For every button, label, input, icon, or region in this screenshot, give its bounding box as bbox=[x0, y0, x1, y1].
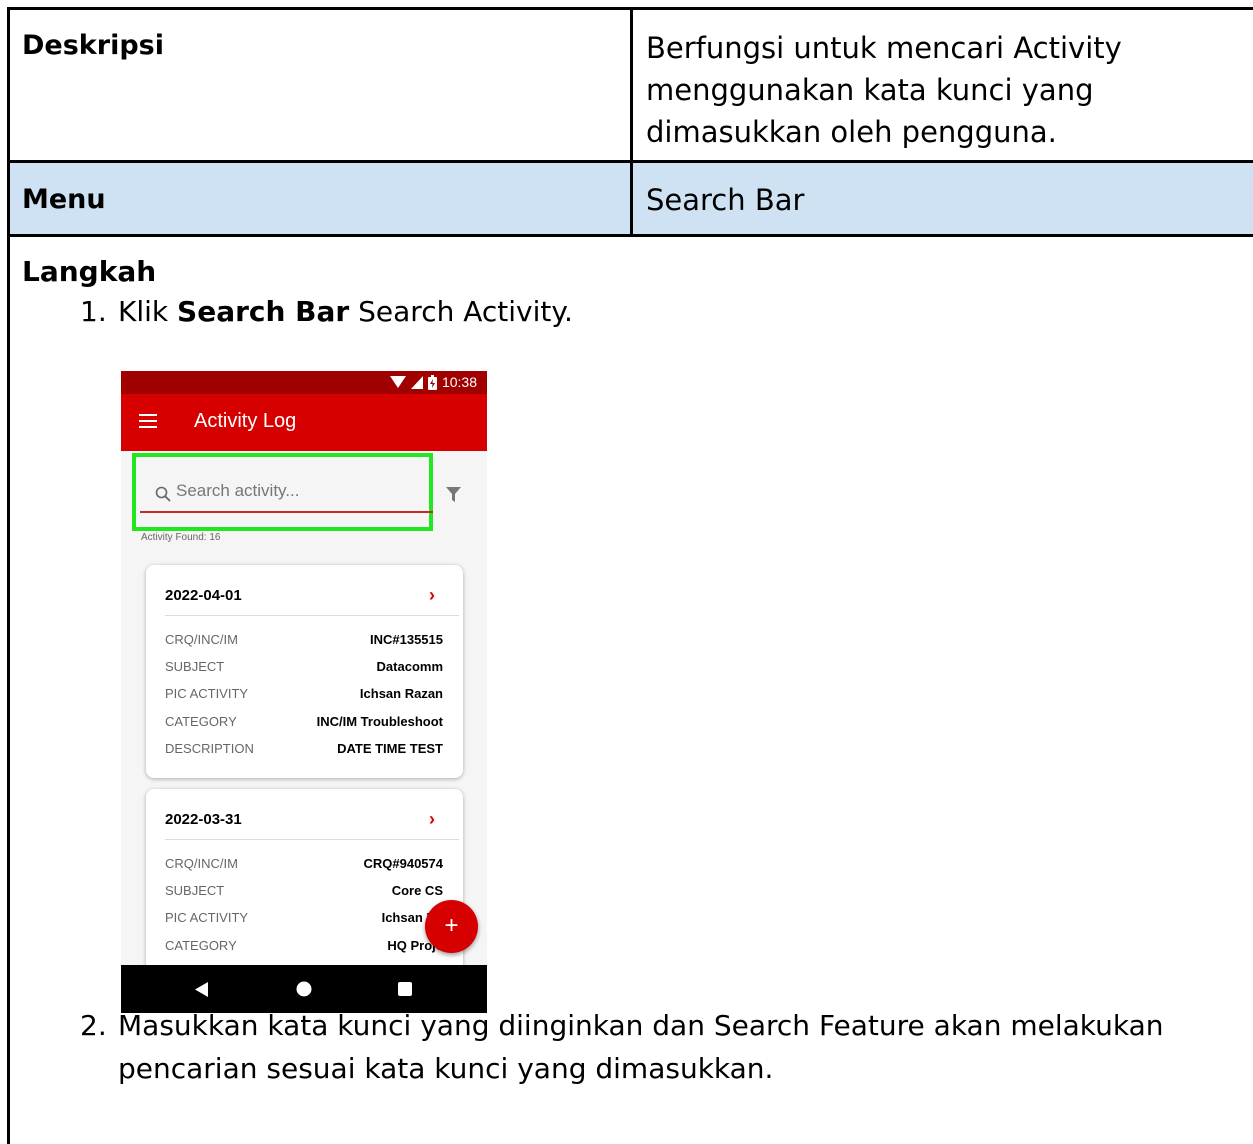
chevron-right-icon[interactable]: › bbox=[429, 809, 435, 830]
card-row: DESCRIPTION DATE TIME TEST bbox=[165, 741, 443, 761]
description-value: Berfungsi untuk mencari Activity menggun… bbox=[646, 31, 1122, 149]
card-row-key: CATEGORY bbox=[165, 714, 237, 729]
card-row: CATEGORY INC/IM Troubleshoot bbox=[165, 714, 443, 734]
document-page: Deskripsi Berfungsi untuk mencari Activi… bbox=[0, 0, 1253, 1144]
steps-heading: Langkah bbox=[22, 255, 157, 288]
card-row-value: Ichsan Razan bbox=[359, 686, 443, 701]
app-bar: Activity Log bbox=[121, 394, 487, 451]
search-placeholder: Search activity... bbox=[176, 481, 300, 500]
card-row: PIC ACTIVITY Ichsan Ra bbox=[165, 910, 443, 930]
filter-icon[interactable] bbox=[446, 487, 461, 502]
card-row: CATEGORY HQ Proje bbox=[165, 938, 443, 958]
card-date: 2022-04-01 bbox=[165, 587, 242, 604]
activity-card[interactable]: 2022-04-01 › CRQ/INC/IM INC#135515 SUBJEC… bbox=[146, 565, 463, 778]
step-1: 1. Klik Search Bar Search Activity. bbox=[22, 290, 1232, 333]
menu-label: Menu bbox=[22, 184, 106, 215]
step-1-text-bold: Search Bar bbox=[177, 295, 350, 328]
card-row-key: PIC ACTIVITY bbox=[165, 686, 249, 701]
activity-found-count: Activity Found: 16 bbox=[141, 532, 221, 543]
card-row-value: Core CS bbox=[391, 883, 443, 898]
step-2-text: Masukkan kata kunci yang diinginkan dan … bbox=[118, 1009, 1164, 1085]
card-row: SUBJECT Datacomm bbox=[165, 659, 443, 679]
card-divider bbox=[165, 615, 459, 616]
card-row: SUBJECT Core CS bbox=[165, 883, 443, 903]
home-icon[interactable] bbox=[296, 981, 312, 997]
chevron-right-icon[interactable]: › bbox=[429, 585, 435, 606]
card-row-key: CRQ/INC/IM bbox=[165, 856, 238, 871]
card-row-key: CATEGORY bbox=[165, 938, 237, 953]
table-divider-col bbox=[630, 7, 633, 236]
card-row-key: SUBJECT bbox=[165, 659, 225, 674]
card-row-key: SUBJECT bbox=[165, 883, 225, 898]
card-row-value: Datacomm bbox=[376, 659, 443, 674]
table-divider-row1 bbox=[7, 160, 1253, 163]
menu-icon[interactable] bbox=[139, 414, 157, 428]
app-title: Activity Log bbox=[194, 410, 297, 432]
step-2: 2. Masukkan kata kunci yang diinginkan d… bbox=[22, 1004, 1232, 1090]
signal-icon bbox=[410, 375, 423, 389]
search-input[interactable]: Search activity... bbox=[132, 453, 433, 531]
card-row: CRQ/INC/IM CRQ#940574 bbox=[165, 856, 443, 876]
menu-value: Search Bar bbox=[646, 183, 805, 217]
card-row-key: CRQ/INC/IM bbox=[165, 632, 238, 647]
android-nav-bar bbox=[121, 965, 487, 1013]
step-1-text-post: Search Activity. bbox=[349, 295, 573, 328]
table-divider-row2 bbox=[7, 234, 1253, 237]
search-icon bbox=[155, 486, 171, 502]
step-1-number: 1. bbox=[80, 295, 107, 328]
card-row-value: DATE TIME TEST bbox=[337, 741, 443, 756]
card-row-key: DESCRIPTION bbox=[165, 741, 254, 756]
card-divider bbox=[165, 839, 459, 840]
add-activity-button[interactable]: + bbox=[425, 900, 478, 953]
phone-screenshot: 10:38 Activity Log Search activity... Ac… bbox=[121, 371, 487, 1013]
card-date: 2022-03-31 bbox=[165, 811, 242, 828]
status-time: 10:38 bbox=[441, 374, 477, 390]
description-label: Deskripsi bbox=[22, 30, 164, 61]
step-1-text-pre: Klik bbox=[118, 295, 178, 328]
recents-icon[interactable] bbox=[398, 982, 412, 996]
search-underline bbox=[140, 511, 433, 513]
card-row-key: PIC ACTIVITY bbox=[165, 910, 249, 925]
battery-icon bbox=[427, 374, 437, 390]
plus-icon: + bbox=[444, 912, 459, 939]
card-row-value: CRQ#940574 bbox=[363, 856, 444, 871]
card-row-value: INC#135515 bbox=[370, 632, 443, 647]
wifi-icon bbox=[389, 376, 406, 388]
card-row-value: INC/IM Troubleshoot bbox=[316, 714, 443, 729]
status-bar: 10:38 bbox=[121, 371, 487, 394]
table-border-left bbox=[7, 7, 10, 1144]
card-row: CRQ/INC/IM INC#135515 bbox=[165, 632, 443, 652]
card-row: PIC ACTIVITY Ichsan Razan bbox=[165, 686, 443, 706]
back-icon[interactable] bbox=[195, 982, 209, 997]
step-2-number: 2. bbox=[80, 1009, 107, 1042]
